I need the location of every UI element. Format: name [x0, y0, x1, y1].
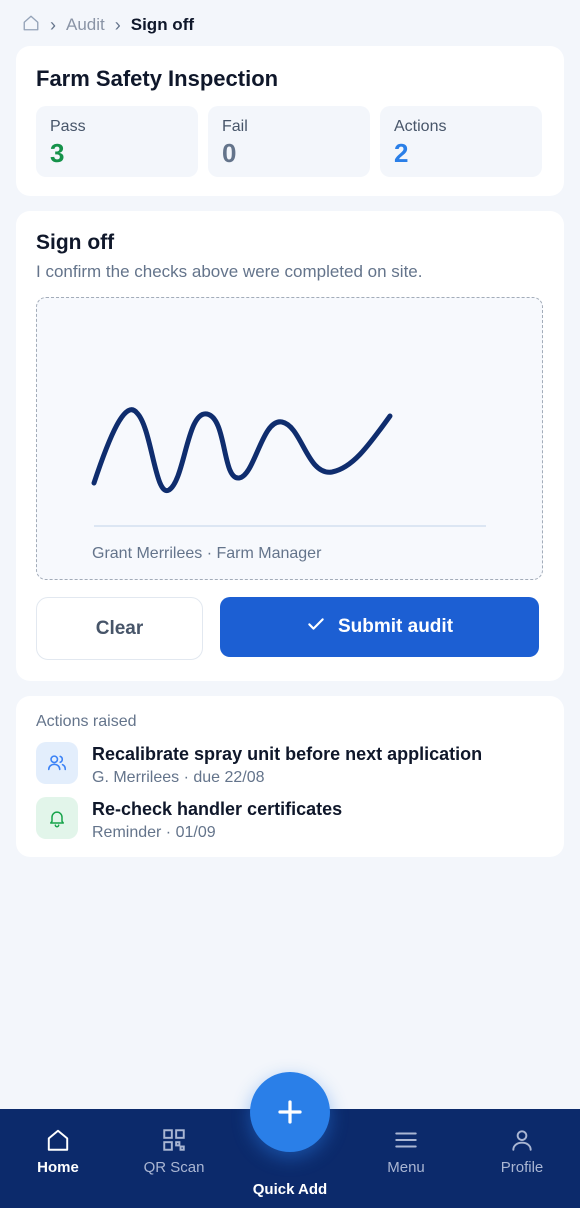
submit-audit-label: Submit audit: [337, 616, 454, 637]
submit-audit-button[interactable]: Submit audit: [220, 597, 539, 657]
nav-qr-scan[interactable]: QR Scan: [124, 1127, 224, 1176]
inspection-summary-card: Farm Safety Inspection Pass 3 Fail 0 Act…: [16, 46, 564, 196]
action-subtitle: Reminder · 01/09: [92, 824, 216, 841]
quick-add-button[interactable]: [250, 1072, 330, 1152]
quick-add-label: Quick Add: [252, 1181, 328, 1198]
chevron-right-icon: ›: [114, 14, 121, 35]
action-item[interactable]: Recalibrate spray unit before next appli…: [36, 742, 482, 787]
signature-stroke: [91, 407, 393, 493]
check-icon: [306, 614, 326, 640]
chevron-right-icon: ›: [50, 14, 56, 35]
signoff-title: Sign off: [36, 231, 115, 254]
clear-button[interactable]: Clear: [36, 597, 203, 660]
stat-pass: Pass 3: [36, 106, 198, 177]
signature-baseline: [94, 525, 486, 527]
signature-pad[interactable]: Grant Merrilees · Farm Manager: [36, 297, 543, 580]
stat-actions: Actions 2: [380, 106, 542, 177]
actions-raised-card: Actions raised Recalibrate spray unit be…: [16, 696, 564, 857]
breadcrumb-current: Sign off: [130, 15, 195, 34]
stat-fail: Fail 0: [208, 106, 370, 177]
bell-icon: [36, 797, 78, 839]
nav-profile[interactable]: Profile: [472, 1127, 572, 1176]
breadcrumb: › Audit › Sign off: [22, 14, 194, 36]
home-icon[interactable]: [22, 14, 40, 37]
inspection-title: Farm Safety Inspection: [36, 66, 279, 91]
nav-label: Profile: [500, 1159, 544, 1176]
actions-heading: Actions raised: [36, 713, 137, 730]
signoff-description: I confirm the checks above were complete…: [36, 262, 423, 281]
stat-label: Pass: [50, 118, 86, 135]
signer-name: Grant Merrilees · Farm Manager: [92, 545, 322, 562]
stat-value: 3: [50, 138, 65, 168]
nav-home[interactable]: Home: [8, 1127, 108, 1176]
breadcrumb-audit-link[interactable]: Audit: [66, 15, 105, 35]
clear-button-label: Clear: [95, 617, 144, 639]
nav-label: QR Scan: [143, 1159, 205, 1176]
stat-value: 2: [394, 138, 409, 168]
plus-icon: [278, 1100, 302, 1124]
signoff-card: Sign off I confirm the checks above were…: [16, 211, 564, 681]
stats-row: Pass 3 Fail 0 Actions 2: [36, 106, 542, 177]
stat-value: 0: [222, 138, 237, 168]
stat-label: Actions: [394, 118, 447, 135]
action-item[interactable]: Re-check handler certificates Reminder ·…: [36, 797, 342, 842]
stat-label: Fail: [222, 118, 248, 135]
menu-icon: [395, 1132, 417, 1148]
profile-icon: [512, 1130, 532, 1151]
users-icon: [36, 742, 78, 784]
nav-label: Home: [37, 1159, 79, 1176]
action-title: Re-check handler certificates: [92, 799, 343, 819]
action-title: Recalibrate spray unit before next appli…: [92, 744, 483, 764]
nav-label: Menu: [387, 1159, 425, 1176]
qr-icon: [163, 1129, 185, 1151]
home-icon: [47, 1129, 69, 1151]
action-subtitle: G. Merrilees · due 22/08: [92, 769, 265, 786]
nav-menu[interactable]: Menu: [356, 1127, 456, 1176]
